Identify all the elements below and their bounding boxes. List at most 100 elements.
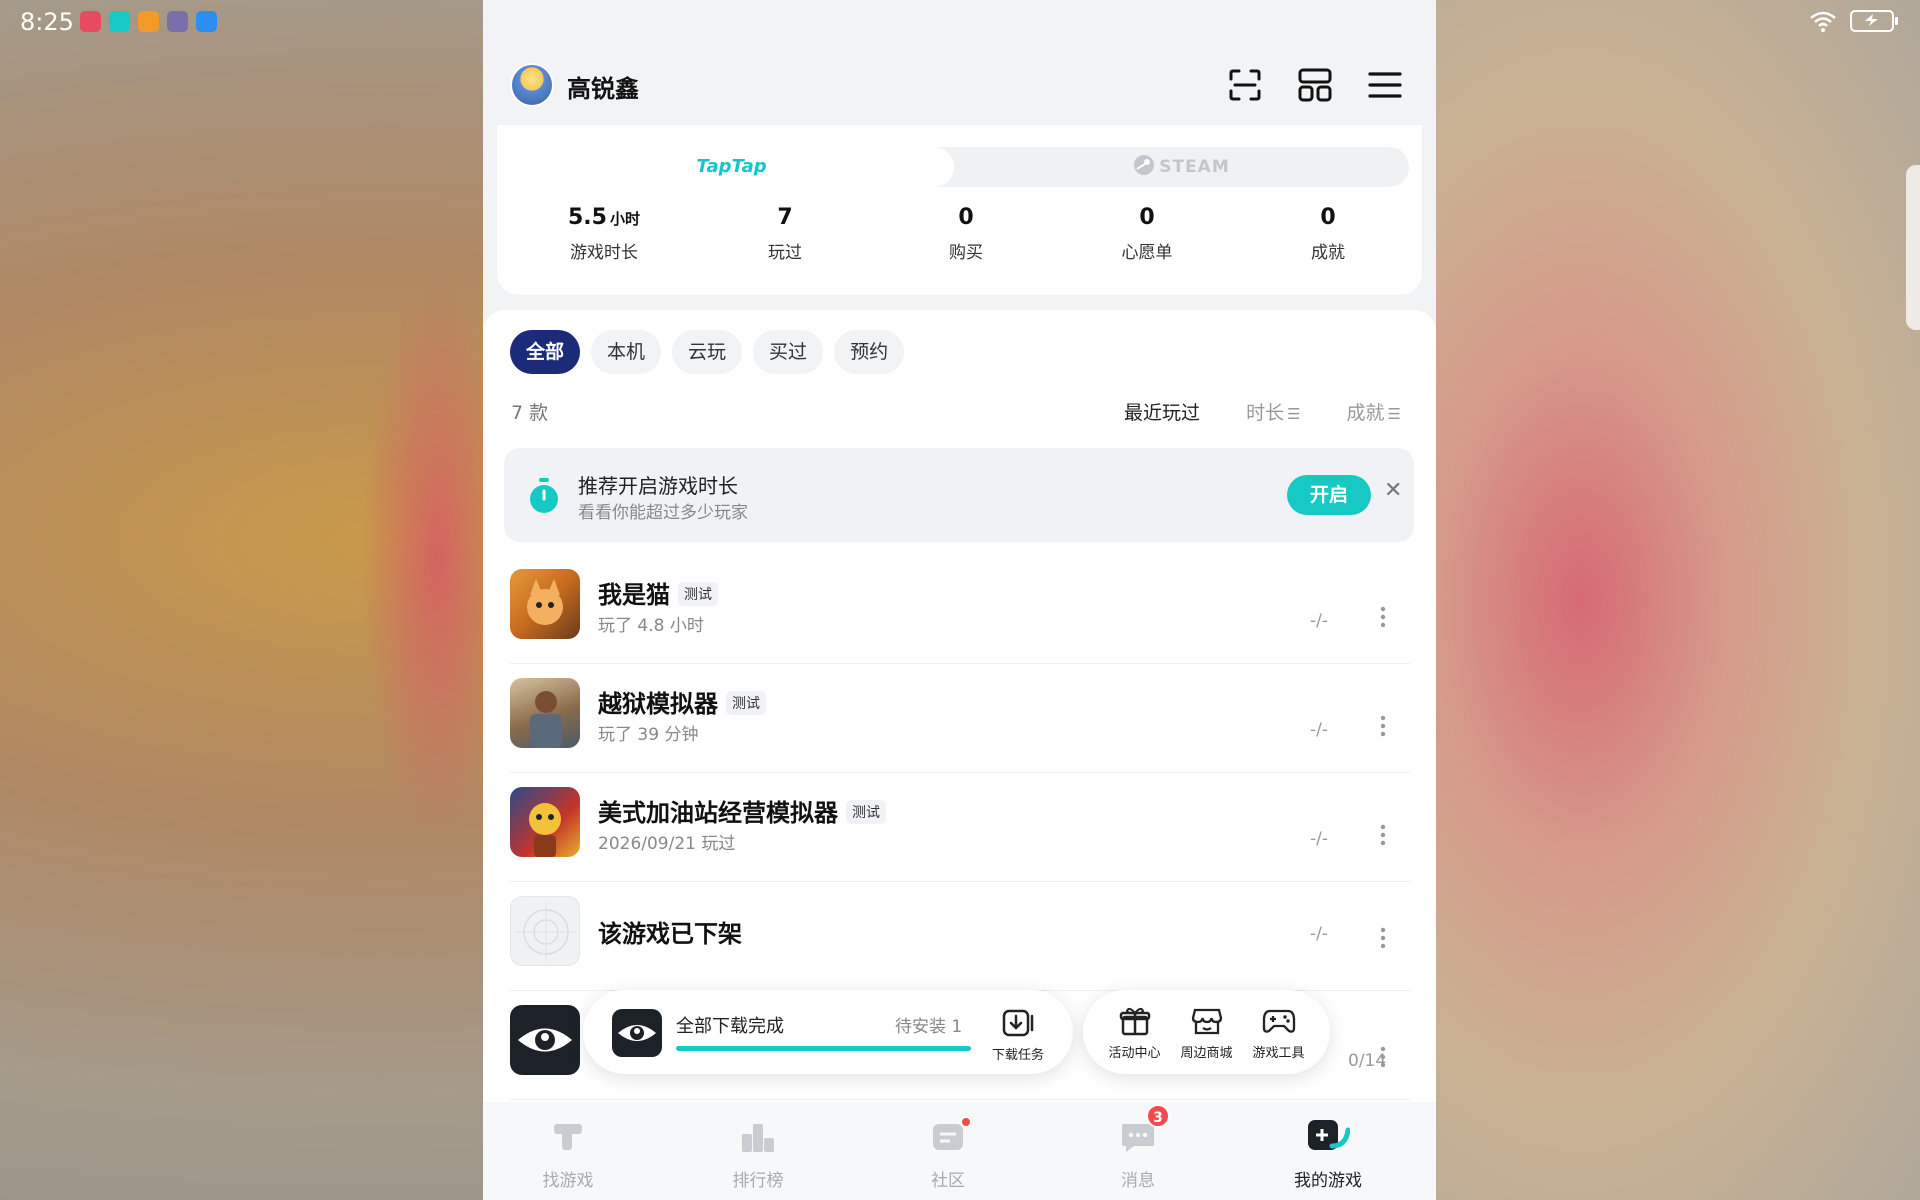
sort-options: 最近玩过 时长 ☰ 成就 ☰: [1124, 398, 1401, 425]
filter-bought[interactable]: 买过: [753, 330, 824, 374]
test-badge: 测试: [726, 691, 766, 715]
stat-value: 0: [958, 205, 974, 230]
edge-handle[interactable]: [1906, 165, 1920, 330]
enable-button[interactable]: 开启: [1287, 475, 1371, 515]
filter-all[interactable]: 全部: [510, 330, 581, 374]
header: 高锐鑫: [483, 55, 1436, 115]
game-row[interactable]: 越狱模拟器 测试 玩了 39 分钟 -/-: [510, 664, 1410, 773]
stat-wishlist[interactable]: 0 心愿单: [1072, 205, 1222, 263]
nav-my-games[interactable]: 我的游戏: [1268, 1116, 1388, 1191]
more-icon[interactable]: [1380, 1045, 1386, 1069]
more-icon[interactable]: [1380, 714, 1386, 738]
game-title-text: 该游戏已下架: [598, 920, 742, 948]
stat-played[interactable]: 7 玩过: [710, 205, 860, 263]
stat-purchased[interactable]: 0 购买: [891, 205, 1041, 263]
game-title-text: 越狱模拟器: [598, 690, 718, 718]
download-icon: [1002, 1009, 1034, 1037]
tab-taptap[interactable]: TapTap: [509, 147, 954, 187]
battery-icon: [1850, 10, 1898, 32]
notification-dot: [960, 1116, 972, 1128]
game-count: 7 款: [511, 402, 549, 424]
playtime-banner: 推荐开启游戏时长 看看你能超过多少玩家 开启 ✕: [504, 448, 1414, 542]
tool-activity-center[interactable]: 活动中心: [1103, 1006, 1167, 1074]
more-icon[interactable]: [1380, 926, 1386, 950]
stat-label: 游戏时长: [570, 243, 638, 263]
nav-find-game[interactable]: 找游戏: [508, 1116, 628, 1191]
tool-game-tools[interactable]: 游戏工具: [1247, 1006, 1311, 1074]
username[interactable]: 高锐鑫: [567, 69, 639, 104]
sort-duration[interactable]: 时长 ☰: [1246, 398, 1300, 425]
game-row[interactable]: 我是猫 测试 玩了 4.8 小时 -/-: [510, 555, 1410, 664]
stat-label: 玩过: [768, 243, 802, 263]
game-title-text: 美式加油站经营模拟器: [598, 799, 838, 827]
bottom-nav: 找游戏 排行榜 社区 3 消息 我的游戏: [483, 1102, 1436, 1200]
layout-icon[interactable]: [1295, 65, 1335, 105]
game-subtitle: 玩了 39 分钟: [598, 725, 699, 745]
app-icon-orange: [138, 11, 159, 32]
status-app-icons: [80, 11, 217, 32]
tools-bar: 活动中心 周边商城 游戏工具: [1083, 990, 1330, 1074]
sort-icon: ☰: [1287, 405, 1301, 423]
downloaded-game-icon: [612, 1009, 662, 1057]
stat-value: 7: [777, 205, 793, 230]
game-achievement: -/-: [1310, 829, 1328, 849]
nav-ranking[interactable]: 排行榜: [698, 1116, 818, 1191]
download-task-label: 下载任务: [991, 1048, 1044, 1063]
app-icon-game: [167, 11, 188, 32]
game-achievement: -/-: [1310, 611, 1328, 631]
stats-card: TapTap STEAM 5.5小时 游戏时长 7 玩过 0 购买 0 心愿单: [497, 125, 1422, 295]
game-row[interactable]: 该游戏已下架 -/-: [510, 882, 1410, 991]
steam-icon: [1134, 155, 1155, 175]
gift-icon: [1119, 1007, 1150, 1036]
filter-cloud[interactable]: 云玩: [672, 330, 743, 374]
tool-label: 周边商城: [1180, 1046, 1233, 1061]
game-icon-eye: [510, 1005, 580, 1075]
download-bar[interactable]: 全部下载完成 待安装 1 下载任务: [583, 990, 1073, 1074]
game-title: 我是猫 测试: [598, 575, 718, 610]
game-title-text: 我是猫: [598, 581, 670, 609]
nav-label: 我的游戏: [1294, 1171, 1362, 1191]
nav-label: 消息: [1121, 1171, 1155, 1191]
test-badge: 测试: [678, 582, 718, 606]
status-time: 8:25: [20, 8, 74, 36]
banner-subtitle: 看看你能超过多少玩家: [578, 503, 748, 523]
avatar[interactable]: [510, 63, 554, 107]
stat-label: 心愿单: [1121, 243, 1173, 263]
filter-local[interactable]: 本机: [591, 330, 662, 374]
menu-icon[interactable]: [1365, 65, 1405, 105]
game-row[interactable]: 美式加油站经营模拟器 测试 2026/09/21 玩过 -/-: [510, 773, 1410, 882]
game-subtitle: 玩了 4.8 小时: [598, 616, 704, 636]
more-icon[interactable]: [1380, 605, 1386, 629]
tab-steam[interactable]: STEAM: [954, 147, 1409, 187]
game-title: 该游戏已下架: [598, 914, 742, 949]
stat-achievements[interactable]: 0 成就: [1253, 205, 1403, 263]
filter-chips: 全部 本机 云玩 买过 预约: [510, 330, 905, 374]
tool-merch-store[interactable]: 周边商城: [1175, 1006, 1239, 1074]
stat-label: 购买: [949, 243, 983, 263]
more-icon[interactable]: [1380, 823, 1386, 847]
game-title: 越狱模拟器 测试: [598, 684, 766, 719]
status-indicators: [1810, 10, 1898, 32]
find-game-icon: [554, 1124, 582, 1150]
stat-playtime[interactable]: 5.5 小时 游戏时长: [529, 205, 679, 263]
filter-reserved[interactable]: 预约: [834, 330, 905, 374]
wifi-icon: [1810, 11, 1836, 32]
platform-tabs: TapTap STEAM: [509, 147, 1409, 187]
ranking-icon: [742, 1124, 774, 1152]
stat-value: 0: [1320, 205, 1336, 230]
nav-messages[interactable]: 3 消息: [1078, 1104, 1198, 1191]
close-icon[interactable]: ✕: [1384, 478, 1402, 503]
app-icon-blue: [196, 11, 217, 32]
download-progress: [676, 1046, 971, 1051]
sort-recent[interactable]: 最近玩过: [1124, 398, 1200, 425]
download-task-button[interactable]: 下载任务: [983, 1008, 1053, 1063]
game-subtitle: 2026/09/21 玩过: [598, 834, 736, 854]
timer-icon: [530, 478, 558, 513]
nav-label: 找游戏: [542, 1171, 594, 1191]
scan-icon[interactable]: [1225, 65, 1265, 105]
store-icon: [1191, 1008, 1222, 1035]
nav-label: 排行榜: [732, 1171, 784, 1191]
stat-value: 0: [1139, 205, 1155, 230]
nav-community[interactable]: 社区: [888, 1116, 1008, 1191]
sort-achievement[interactable]: 成就 ☰: [1347, 398, 1401, 425]
